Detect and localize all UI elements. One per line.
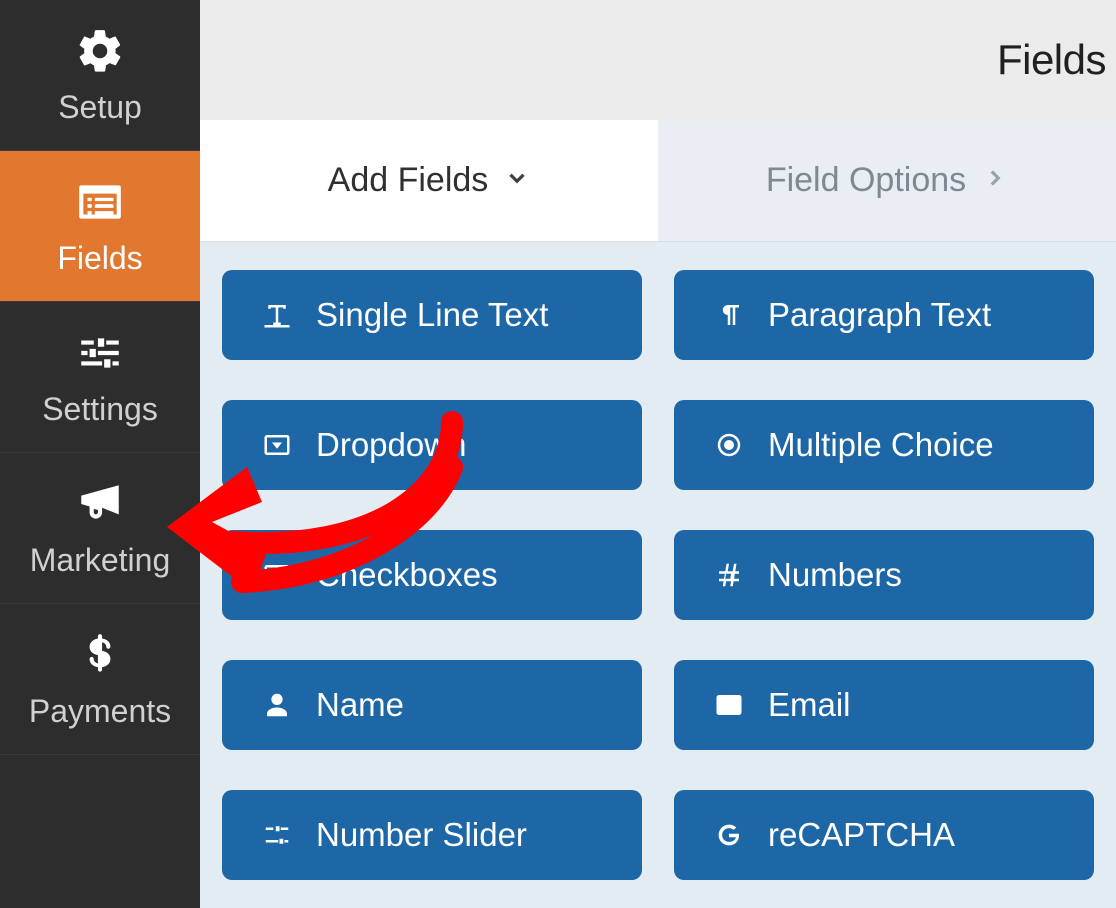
envelope-icon [712, 688, 746, 722]
slider-icon [260, 818, 294, 852]
sidebar-item-payments[interactable]: Payments [0, 604, 200, 755]
field-dropdown[interactable]: Dropdown [222, 400, 642, 490]
hash-icon [712, 558, 746, 592]
paragraph-icon [712, 298, 746, 332]
field-recaptcha[interactable]: reCAPTCHA [674, 790, 1094, 880]
field-label: Name [316, 686, 404, 724]
dollar-icon [72, 630, 128, 685]
tab-label: Add Fields [328, 161, 489, 200]
gear-icon [72, 26, 128, 81]
radio-icon [712, 428, 746, 462]
chevron-right-icon [982, 161, 1008, 200]
field-numbers[interactable]: Numbers [674, 530, 1094, 620]
sidebar-item-marketing[interactable]: Marketing [0, 453, 200, 604]
text-icon [260, 298, 294, 332]
field-paragraph-text[interactable]: Paragraph Text [674, 270, 1094, 360]
field-label: reCAPTCHA [768, 816, 955, 854]
field-label: Multiple Choice [768, 426, 994, 464]
title-bar: Fields [200, 0, 1116, 120]
field-label: Numbers [768, 556, 902, 594]
tab-label: Field Options [766, 161, 966, 200]
person-icon [260, 688, 294, 722]
megaphone-icon [72, 479, 128, 534]
sidebar: Setup Fields Settings Marketing Payments [0, 0, 200, 908]
list-icon [72, 177, 128, 232]
google-icon [712, 818, 746, 852]
tab-add-fields[interactable]: Add Fields [200, 120, 658, 241]
field-label: Single Line Text [316, 296, 548, 334]
fields-grid: Single Line Text Paragraph Text Dropdown… [200, 242, 1116, 908]
tab-field-options[interactable]: Field Options [658, 120, 1116, 241]
sliders-icon [72, 328, 128, 383]
field-label: Email [768, 686, 851, 724]
field-label: Paragraph Text [768, 296, 991, 334]
field-multiple-choice[interactable]: Multiple Choice [674, 400, 1094, 490]
sidebar-item-label: Setup [58, 89, 142, 126]
field-email[interactable]: Email [674, 660, 1094, 750]
chevron-down-icon [504, 161, 530, 200]
sidebar-item-label: Settings [42, 391, 158, 428]
field-number-slider[interactable]: Number Slider [222, 790, 642, 880]
sidebar-item-label: Payments [29, 693, 171, 730]
field-label: Number Slider [316, 816, 527, 854]
field-label: Checkboxes [316, 556, 498, 594]
main-panel: Fields Add Fields Field Options Single [200, 0, 1116, 908]
checkbox-icon [260, 558, 294, 592]
field-single-line-text[interactable]: Single Line Text [222, 270, 642, 360]
sidebar-item-label: Marketing [30, 542, 171, 579]
dropdown-icon [260, 428, 294, 462]
tab-bar: Add Fields Field Options [200, 120, 1116, 242]
sidebar-item-setup[interactable]: Setup [0, 0, 200, 151]
page-title: Fields [997, 36, 1106, 84]
sidebar-item-fields[interactable]: Fields [0, 151, 200, 302]
field-checkboxes[interactable]: Checkboxes [222, 530, 642, 620]
field-label: Dropdown [316, 426, 466, 464]
sidebar-item-label: Fields [57, 240, 142, 277]
field-name[interactable]: Name [222, 660, 642, 750]
sidebar-item-settings[interactable]: Settings [0, 302, 200, 453]
